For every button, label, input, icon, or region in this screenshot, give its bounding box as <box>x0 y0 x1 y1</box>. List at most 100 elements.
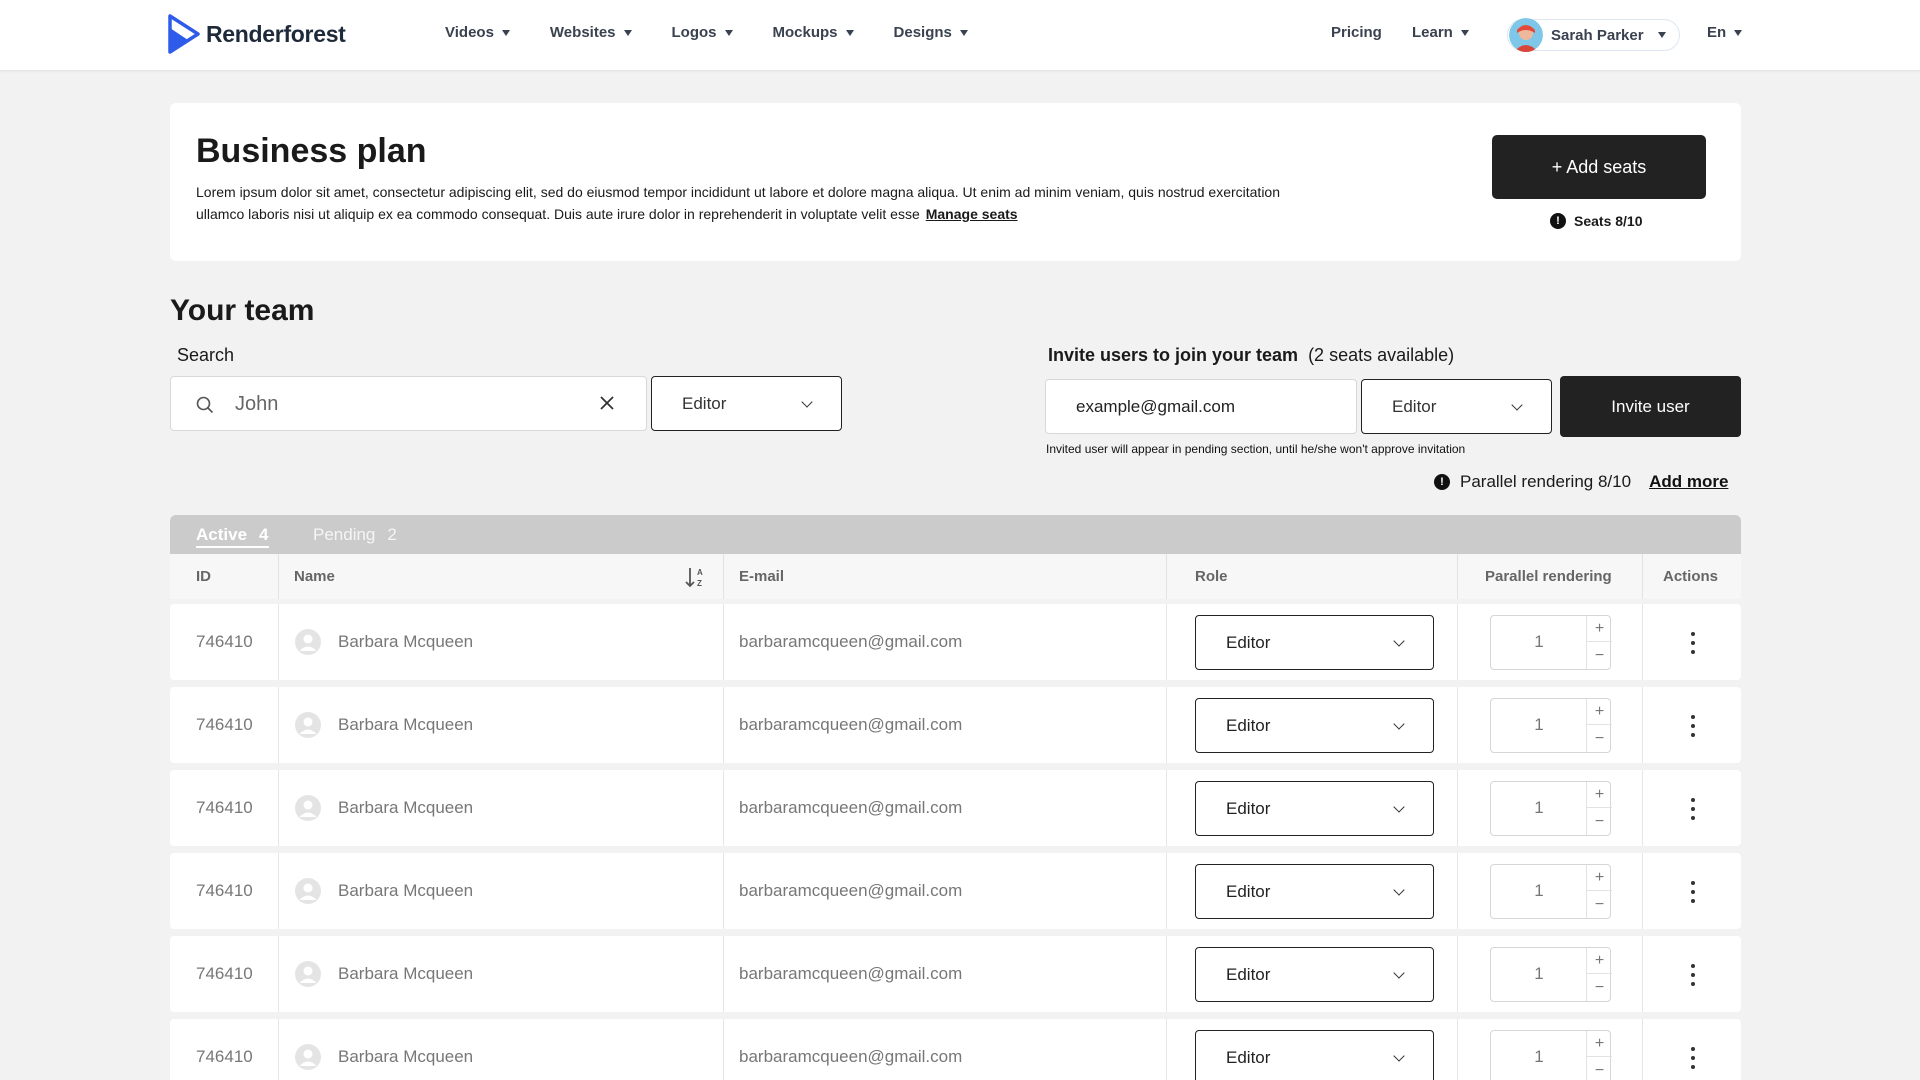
nav-label: Designs <box>893 24 952 41</box>
person-icon <box>299 883 317 900</box>
add-seats-button[interactable]: + Add seats <box>1492 135 1706 199</box>
add-more-link[interactable]: Add more <box>1649 472 1728 492</box>
role-select[interactable]: Editor <box>1195 698 1434 753</box>
decrement-button[interactable]: − <box>1587 726 1612 752</box>
column-divider <box>1642 770 1643 846</box>
table-row: 746410 Barbara Mcqueen barbaramcqueen@gm… <box>170 936 1741 1012</box>
nav-mockups[interactable]: Mockups <box>773 24 854 41</box>
role-select[interactable]: Editor <box>1195 781 1434 836</box>
role-value: Editor <box>1226 881 1271 901</box>
invite-note: Invited user will appear in pending sect… <box>1046 442 1466 456</box>
tab-active[interactable]: Active 4 <box>196 525 269 548</box>
user-name: Barbara Mcqueen <box>338 798 474 817</box>
search-input[interactable] <box>235 391 575 417</box>
stepper-value: 1 <box>1534 964 1544 983</box>
nav-label: Videos <box>445 24 494 41</box>
parallel-rendering-stepper[interactable]: 1 + − <box>1490 698 1612 753</box>
parallel-rendering-stepper[interactable]: 1 + − <box>1490 947 1612 1002</box>
caret-down-icon <box>501 29 510 36</box>
column-divider <box>1457 853 1458 929</box>
user-avatar-icon <box>295 795 321 821</box>
pricing-link[interactable]: Pricing <box>1331 24 1382 41</box>
decrement-button[interactable]: − <box>1587 643 1612 669</box>
more-actions-icon[interactable] <box>1688 964 1698 986</box>
column-role: Role <box>1195 568 1228 585</box>
chevron-down-icon <box>1393 966 1405 979</box>
parallel-rendering-stepper[interactable]: 1 + − <box>1490 1030 1612 1080</box>
plan-description: Lorem ipsum dolor sit amet, consectetur … <box>196 181 1306 225</box>
invite-role-select[interactable]: Editor <box>1361 379 1552 434</box>
more-actions-icon[interactable] <box>1688 798 1698 820</box>
decrement-button[interactable]: − <box>1587 809 1612 835</box>
tab-label: Active <box>196 525 248 544</box>
plan-card: Business plan Lorem ipsum dolor sit amet… <box>170 103 1741 261</box>
decrement-button[interactable]: − <box>1587 975 1612 1001</box>
clear-icon[interactable] <box>599 395 615 411</box>
nav-label: Logos <box>671 24 717 41</box>
user-menu[interactable]: Sarah Parker <box>1507 18 1680 52</box>
caret-down-icon <box>623 29 632 36</box>
stepper-buttons: + − <box>1586 948 1612 1001</box>
more-actions-icon[interactable] <box>1688 881 1698 903</box>
nav-logos[interactable]: Logos <box>672 24 733 41</box>
language-selector[interactable]: En <box>1707 24 1743 41</box>
caret-down-icon <box>1734 29 1743 36</box>
role-select[interactable]: Editor <box>1195 1030 1434 1080</box>
plan-title: Business plan <box>196 132 427 170</box>
user-id: 746410 <box>196 632 253 651</box>
svg-text:Z: Z <box>697 579 702 588</box>
parallel-rendering-stepper[interactable]: 1 + − <box>1490 615 1612 670</box>
user-avatar-icon <box>295 878 321 904</box>
table-header: ID Name A Z E-mail Role Parallel renderi… <box>170 554 1741 599</box>
language-label: En <box>1707 24 1727 41</box>
decrement-button[interactable]: − <box>1587 892 1612 918</box>
more-actions-icon[interactable] <box>1688 632 1698 654</box>
user-id: 746410 <box>196 1047 253 1066</box>
role-select[interactable]: Editor <box>1195 864 1434 919</box>
column-divider <box>1457 1019 1458 1080</box>
increment-button[interactable]: + <box>1587 782 1612 808</box>
more-actions-icon[interactable] <box>1688 715 1698 737</box>
nav-designs[interactable]: Designs <box>894 24 968 41</box>
chevron-down-icon <box>1393 1049 1405 1062</box>
info-icon: ! <box>1434 474 1450 490</box>
brand-logo[interactable]: Renderforest <box>168 14 346 54</box>
decrement-button[interactable]: − <box>1587 1058 1612 1080</box>
member-tabs: Active 4 Pending 2 <box>170 515 1741 554</box>
parallel-rendering-stepper[interactable]: 1 + − <box>1490 864 1612 919</box>
column-divider <box>1457 936 1458 1012</box>
increment-button[interactable]: + <box>1587 699 1612 725</box>
column-divider <box>1166 936 1167 1012</box>
column-divider <box>723 604 724 680</box>
table-row: 746410 Barbara Mcqueen barbaramcqueen@gm… <box>170 1019 1741 1080</box>
learn-label: Learn <box>1412 24 1453 41</box>
table-row: 746410 Barbara Mcqueen barbaramcqueen@gm… <box>170 687 1741 763</box>
invite-role-value: Editor <box>1392 396 1437 416</box>
learn-menu[interactable]: Learn <box>1412 24 1469 41</box>
stepper-value: 1 <box>1534 798 1544 817</box>
manage-seats-link[interactable]: Manage seats <box>926 206 1018 222</box>
increment-button[interactable]: + <box>1587 948 1612 974</box>
role-filter-select[interactable]: Editor <box>651 376 842 431</box>
nav-videos[interactable]: Videos <box>445 24 510 41</box>
more-actions-icon[interactable] <box>1688 1047 1698 1069</box>
role-select[interactable]: Editor <box>1195 947 1434 1002</box>
role-select[interactable]: Editor <box>1195 615 1434 670</box>
person-icon <box>299 717 317 734</box>
user-avatar-icon <box>295 629 321 655</box>
parallel-rendering-stepper[interactable]: 1 + − <box>1490 781 1612 836</box>
invite-email-field[interactable] <box>1045 379 1357 434</box>
sort-icon[interactable]: A Z <box>685 566 709 588</box>
column-divider <box>723 770 724 846</box>
user-email: barbaramcqueen@gmail.com <box>739 715 963 734</box>
stepper-value: 1 <box>1534 881 1544 900</box>
nav-websites[interactable]: Websites <box>550 24 632 41</box>
parallel-rendering-text: Parallel rendering 8/10 <box>1460 472 1632 491</box>
increment-button[interactable]: + <box>1587 1031 1612 1057</box>
invite-user-button[interactable]: Invite user <box>1560 376 1741 437</box>
increment-button[interactable]: + <box>1587 865 1612 891</box>
column-divider <box>278 604 279 680</box>
tab-pending[interactable]: Pending 2 <box>313 525 397 545</box>
stepper-buttons: + − <box>1586 782 1612 835</box>
increment-button[interactable]: + <box>1587 616 1612 642</box>
